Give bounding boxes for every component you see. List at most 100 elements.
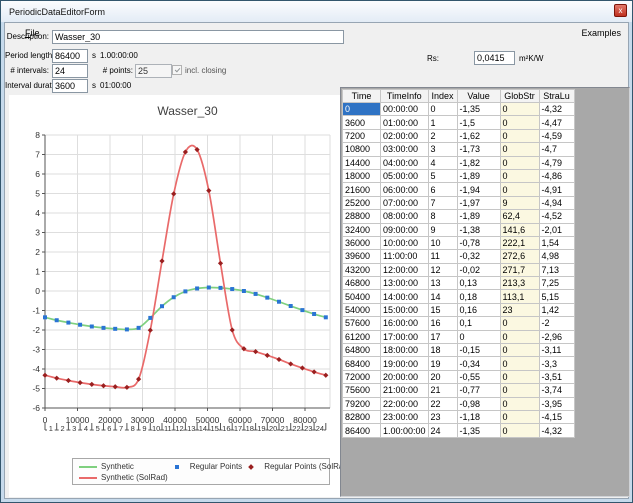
table-cell[interactable]: 0 bbox=[500, 169, 539, 182]
table-cell[interactable]: -0,34 bbox=[457, 357, 500, 370]
col-header-value[interactable]: Value bbox=[457, 90, 500, 103]
table-cell[interactable]: 43200 bbox=[343, 263, 381, 276]
table-cell[interactable]: 75600 bbox=[343, 384, 381, 397]
table-cell[interactable]: 54000 bbox=[343, 303, 381, 316]
table-cell[interactable]: 82800 bbox=[343, 410, 381, 423]
table-cell[interactable]: 32400 bbox=[343, 223, 381, 236]
table-cell[interactable]: 25200 bbox=[343, 196, 381, 209]
table-cell[interactable]: -3,51 bbox=[539, 370, 574, 383]
col-header-index[interactable]: Index bbox=[428, 90, 457, 103]
table-cell[interactable]: 0 bbox=[457, 330, 500, 343]
table-cell[interactable]: 3 bbox=[428, 143, 457, 156]
table-cell[interactable]: -4,86 bbox=[539, 169, 574, 182]
table-cell[interactable]: 06:00:00 bbox=[381, 183, 429, 196]
table-cell[interactable]: 11 bbox=[428, 250, 457, 263]
table-cell[interactable]: -1,97 bbox=[457, 196, 500, 209]
table-cell[interactable]: 9 bbox=[500, 196, 539, 209]
table-cell[interactable]: 13:00:00 bbox=[381, 277, 429, 290]
table-cell[interactable]: 05:00:00 bbox=[381, 169, 429, 182]
table-cell[interactable]: -4,79 bbox=[539, 156, 574, 169]
table-cell[interactable]: -4,47 bbox=[539, 116, 574, 129]
table-cell[interactable]: 0 bbox=[500, 410, 539, 423]
table-cell[interactable]: 10:00:00 bbox=[381, 236, 429, 249]
table-cell[interactable]: -0,98 bbox=[457, 397, 500, 410]
table-cell[interactable]: 28800 bbox=[343, 210, 381, 223]
table-cell[interactable]: 61200 bbox=[343, 330, 381, 343]
interval-duration-input[interactable] bbox=[52, 79, 88, 93]
table-cell[interactable]: 24 bbox=[428, 424, 457, 437]
table-cell[interactable]: -0,32 bbox=[457, 250, 500, 263]
table-cell[interactable]: 14400 bbox=[343, 156, 381, 169]
table-cell[interactable]: -1,94 bbox=[457, 183, 500, 196]
table-cell[interactable]: 22:00:00 bbox=[381, 397, 429, 410]
table-cell[interactable]: 0 bbox=[500, 370, 539, 383]
col-header-timeinfo[interactable]: TimeInfo bbox=[381, 90, 429, 103]
table-cell[interactable]: -2 bbox=[539, 317, 574, 330]
table-cell[interactable]: 11:00:00 bbox=[381, 250, 429, 263]
col-header-time[interactable]: Time bbox=[343, 90, 381, 103]
table-cell[interactable]: 39600 bbox=[343, 250, 381, 263]
table-cell[interactable]: 62,4 bbox=[500, 210, 539, 223]
table-cell[interactable]: 00:00:00 bbox=[381, 103, 429, 116]
table-cell[interactable]: 0 bbox=[500, 183, 539, 196]
table-cell[interactable]: 21 bbox=[428, 384, 457, 397]
col-header-globstr[interactable]: GlobStr bbox=[500, 90, 539, 103]
table-cell[interactable]: 7,25 bbox=[539, 277, 574, 290]
table-cell[interactable]: 272,6 bbox=[500, 250, 539, 263]
table-cell[interactable]: 18000 bbox=[343, 169, 381, 182]
table-cell[interactable]: 15 bbox=[428, 303, 457, 316]
table-cell[interactable]: 9 bbox=[428, 223, 457, 236]
table-cell[interactable]: 7200 bbox=[343, 129, 381, 142]
table-cell[interactable]: 10 bbox=[428, 236, 457, 249]
rs-input[interactable] bbox=[474, 51, 515, 65]
table-cell[interactable]: 03:00:00 bbox=[381, 143, 429, 156]
data-table[interactable]: TimeTimeInfoIndexValueGlobStrStraLu000:0… bbox=[342, 89, 575, 438]
description-input[interactable] bbox=[52, 30, 344, 44]
table-cell[interactable]: 50400 bbox=[343, 290, 381, 303]
table-cell[interactable]: -0,77 bbox=[457, 384, 500, 397]
close-button[interactable]: x bbox=[614, 4, 627, 17]
table-cell[interactable]: -2,96 bbox=[539, 330, 574, 343]
table-cell[interactable]: -1,62 bbox=[457, 129, 500, 142]
table-cell[interactable]: -4,91 bbox=[539, 183, 574, 196]
table-cell[interactable]: 2 bbox=[428, 129, 457, 142]
table-cell[interactable]: 0,1 bbox=[457, 317, 500, 330]
table-cell[interactable]: -1,35 bbox=[457, 103, 500, 116]
table-cell[interactable]: 0 bbox=[500, 317, 539, 330]
table-cell[interactable]: -4,15 bbox=[539, 410, 574, 423]
col-header-stralu[interactable]: StraLu bbox=[539, 90, 574, 103]
table-cell[interactable]: 0 bbox=[500, 103, 539, 116]
table-cell[interactable]: 0,13 bbox=[457, 277, 500, 290]
table-cell[interactable]: 21600 bbox=[343, 183, 381, 196]
table-cell[interactable]: 79200 bbox=[343, 397, 381, 410]
table-cell[interactable]: 0 bbox=[500, 357, 539, 370]
table-cell[interactable]: 17 bbox=[428, 330, 457, 343]
table-cell[interactable]: 0 bbox=[500, 384, 539, 397]
table-cell[interactable]: -1,73 bbox=[457, 143, 500, 156]
table-cell[interactable]: 14 bbox=[428, 290, 457, 303]
table-cell[interactable]: 222,1 bbox=[500, 236, 539, 249]
table-cell[interactable]: 22 bbox=[428, 397, 457, 410]
points-input[interactable] bbox=[135, 64, 172, 78]
table-cell[interactable]: -1,89 bbox=[457, 169, 500, 182]
table-cell[interactable]: 6 bbox=[428, 183, 457, 196]
table-cell[interactable]: -0,55 bbox=[457, 370, 500, 383]
table-cell[interactable]: -3,74 bbox=[539, 384, 574, 397]
table-cell[interactable]: 18 bbox=[428, 344, 457, 357]
table-cell[interactable]: 18:00:00 bbox=[381, 344, 429, 357]
table-cell[interactable]: -4,94 bbox=[539, 196, 574, 209]
table-cell[interactable]: 8 bbox=[428, 210, 457, 223]
table-cell[interactable]: 0 bbox=[500, 143, 539, 156]
table-cell[interactable]: 01:00:00 bbox=[381, 116, 429, 129]
table-cell[interactable]: -2,01 bbox=[539, 223, 574, 236]
table-cell[interactable]: 86400 bbox=[343, 424, 381, 437]
table-cell[interactable]: -0,78 bbox=[457, 236, 500, 249]
table-cell[interactable]: 213,3 bbox=[500, 277, 539, 290]
period-length-input[interactable] bbox=[52, 49, 88, 63]
table-cell[interactable]: 20:00:00 bbox=[381, 370, 429, 383]
table-cell[interactable]: 0 bbox=[500, 116, 539, 129]
incl-closing-checkbox[interactable] bbox=[172, 65, 182, 75]
table-cell[interactable]: 5 bbox=[428, 169, 457, 182]
table-cell[interactable]: 08:00:00 bbox=[381, 210, 429, 223]
table-cell[interactable]: 68400 bbox=[343, 357, 381, 370]
